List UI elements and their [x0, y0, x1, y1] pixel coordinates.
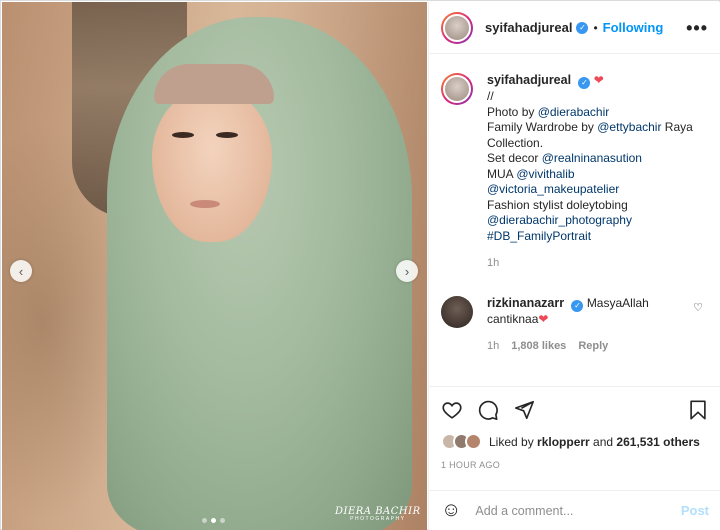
post-header: syifahadjureal ✓ • Following ••• [429, 2, 720, 54]
following-button[interactable]: Following [603, 20, 664, 35]
post-actions: Liked by rklopperr and 261,531 others 1 … [429, 386, 720, 470]
like-icon[interactable] [441, 399, 463, 421]
commenter-username[interactable]: rizkinanazarr [487, 296, 564, 310]
carousel-dots [202, 518, 225, 523]
caption-avatar[interactable] [441, 73, 473, 105]
likes-summary: Liked by rklopperr and 261,531 others [441, 433, 709, 450]
comment-time[interactable]: 1h [487, 339, 499, 355]
post-sidebar: syifahadjureal ✓ • Following ••• syifaha… [428, 2, 720, 530]
emoji-icon[interactable]: ☺ [441, 499, 461, 522]
heart-emoji-icon: ❤ [538, 311, 549, 326]
carousel-dot-active [211, 518, 216, 523]
caption-username[interactable]: syifahadjureal [487, 73, 571, 87]
verified-badge-icon: ✓ [576, 21, 589, 34]
heart-emoji-icon: ❤ [593, 73, 604, 87]
liked-by-user[interactable]: rklopperr [537, 435, 590, 449]
mention-link[interactable]: @dierabachir [538, 105, 610, 119]
post-modal: ‹ › DIERA BACHIR PHOTOGRAPHY syifahadjur… [0, 0, 720, 530]
comments-section[interactable]: syifahadjureal ✓ ❤ // Photo by @dierabac… [429, 55, 720, 381]
comment-likes[interactable]: 1,808 likes [511, 339, 566, 355]
hashtag-link[interactable]: #DB_FamilyPortrait [487, 229, 709, 245]
comment-icon[interactable] [477, 399, 499, 421]
verified-badge-icon: ✓ [578, 77, 591, 89]
photographer-watermark: DIERA BACHIR PHOTOGRAPHY [335, 507, 421, 522]
reply-button[interactable]: Reply [578, 339, 608, 355]
subject-face [152, 87, 272, 242]
comment-meta: 1h 1,808 likes Reply [487, 339, 691, 355]
author-avatar[interactable] [441, 11, 473, 44]
subject-eye [172, 132, 194, 138]
subject-eye [216, 132, 238, 138]
mention-link[interactable]: @realninanasution [542, 151, 642, 165]
post-comment-button[interactable]: Post [681, 503, 709, 518]
share-icon[interactable] [513, 399, 535, 421]
post-timestamp[interactable]: 1 HOUR AGO [441, 460, 709, 470]
comment-like-icon[interactable]: ♡ [693, 301, 703, 314]
mention-link[interactable]: @vivithalib [516, 167, 574, 181]
liked-by-avatars [441, 433, 482, 450]
caption-line: Fashion stylist doleytobing [487, 197, 628, 212]
post-photo[interactable]: ‹ › DIERA BACHIR PHOTOGRAPHY [2, 2, 427, 530]
carousel-dot [220, 518, 225, 523]
comment-input[interactable] [475, 503, 681, 518]
mention-link[interactable]: @victoria_makeupatelier [487, 182, 709, 198]
carousel-dot [202, 518, 207, 523]
mention-link[interactable]: @dierabachir_photography [487, 213, 709, 229]
caption: syifahadjureal ✓ ❤ // Photo by @dierabac… [441, 73, 709, 272]
mention-link[interactable]: @ettybachir [597, 120, 661, 134]
caption-line: Family Wardrobe by @ettybachir Raya Coll… [487, 120, 693, 150]
header-separator: • [593, 20, 598, 35]
caption-line: // [487, 89, 494, 103]
caption-line: MUA @vivithalib [487, 166, 575, 181]
caption-line: Set decor @realninanasution [487, 151, 642, 165]
liked-by-text: Liked by rklopperr and 261,531 others [489, 434, 700, 449]
carousel-next-button[interactable]: › [396, 260, 418, 282]
caption-line: Photo by @dierabachir [487, 104, 610, 119]
action-icons [441, 399, 709, 421]
subject-lips [190, 200, 220, 208]
subject-cap [154, 64, 274, 104]
carousel-prev-button[interactable]: ‹ [10, 260, 32, 282]
comment-body: rizkinanazarr ✓ MasyaAllah cantiknaa❤ 1h… [487, 296, 709, 355]
liked-by-count[interactable]: 261,531 others [616, 435, 699, 449]
add-comment-bar: ☺ Post [429, 490, 720, 530]
watermark-subtitle: PHOTOGRAPHY [350, 516, 406, 522]
author-username[interactable]: syifahadjureal [485, 20, 572, 35]
caption-body: syifahadjureal ✓ ❤ // Photo by @dierabac… [487, 73, 709, 272]
commenter-avatar[interactable] [441, 295, 473, 328]
comment: rizkinanazarr ✓ MasyaAllah cantiknaa❤ 1h… [441, 295, 709, 355]
caption-meta: 1h [487, 256, 709, 272]
more-options-icon[interactable]: ••• [686, 19, 708, 37]
bookmark-icon[interactable] [687, 399, 709, 421]
verified-badge-icon: ✓ [571, 299, 584, 312]
caption-time[interactable]: 1h [487, 256, 499, 272]
